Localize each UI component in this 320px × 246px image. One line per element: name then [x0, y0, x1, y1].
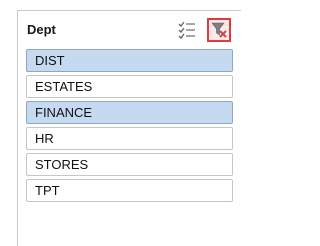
multi-select-button[interactable] — [178, 20, 196, 40]
slicer-item-hr[interactable]: HR — [26, 127, 233, 150]
slicer-title: Dept — [27, 22, 56, 37]
clear-filter-button[interactable] — [207, 18, 231, 42]
slicer-item-tpt[interactable]: TPT — [26, 179, 233, 202]
slicer-item-dist[interactable]: DIST — [26, 49, 233, 72]
slicer-item-estates[interactable]: ESTATES — [26, 75, 233, 98]
dept-slicer: Dept DIST ESTATES FINANCE HR STORES TPT — [17, 10, 241, 246]
clear-filter-icon — [211, 22, 227, 38]
slicer-header: Dept — [18, 11, 241, 49]
multi-select-icon — [178, 21, 195, 40]
slicer-item-finance[interactable]: FINANCE — [26, 101, 233, 124]
slicer-item-stores[interactable]: STORES — [26, 153, 233, 176]
